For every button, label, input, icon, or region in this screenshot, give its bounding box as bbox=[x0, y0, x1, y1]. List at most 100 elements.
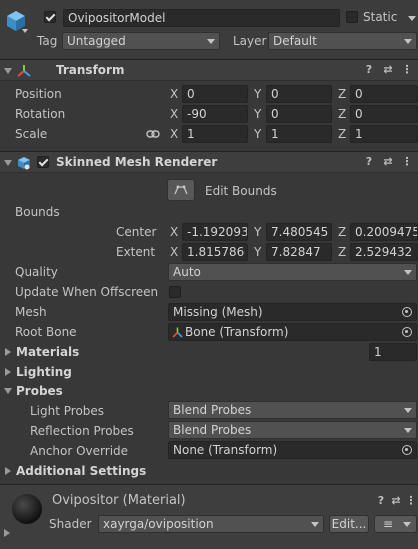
edit-bounds-button[interactable] bbox=[167, 179, 195, 201]
object-name-field[interactable]: OvipositorModel bbox=[63, 9, 340, 27]
root-bone-picker-icon[interactable] bbox=[402, 327, 412, 337]
rotation-z-axis[interactable]: Z bbox=[338, 105, 346, 123]
shader-edit-button[interactable]: Edit... bbox=[329, 515, 369, 533]
anchor-override-picker-icon[interactable] bbox=[402, 445, 412, 455]
transform-foldout[interactable] bbox=[4, 68, 12, 74]
more-options-icon[interactable]: ⋮ bbox=[404, 494, 418, 508]
lighting-foldout[interactable] bbox=[5, 368, 11, 376]
rotation-z-field[interactable]: 0 bbox=[350, 105, 418, 123]
rotation-x-axis[interactable]: X bbox=[170, 105, 178, 123]
renderer-foldout[interactable] bbox=[4, 160, 12, 166]
help-icon[interactable]: ? bbox=[362, 63, 376, 77]
extent-x-field[interactable]: 1.815786 bbox=[182, 243, 248, 261]
mesh-picker-icon[interactable] bbox=[402, 307, 412, 317]
probes-label[interactable]: Probes bbox=[16, 382, 63, 400]
scale-label: Scale bbox=[15, 127, 48, 141]
reflection-probes-value: Blend Probes bbox=[173, 423, 252, 437]
more-options-icon[interactable]: ⋮ bbox=[400, 155, 414, 169]
static-checkbox[interactable] bbox=[346, 11, 358, 23]
scale-x-field[interactable]: 1 bbox=[182, 125, 248, 143]
quality-value: Auto bbox=[173, 265, 201, 279]
material-foldout[interactable] bbox=[4, 529, 10, 537]
link-icon[interactable] bbox=[145, 126, 161, 142]
scale-x-axis[interactable]: X bbox=[170, 125, 178, 143]
layer-label: Layer bbox=[233, 34, 267, 48]
active-checkbox[interactable] bbox=[44, 11, 56, 23]
material-section: Ovipositor (Material) ? ⇄ ⋮ Shader xayrg… bbox=[0, 484, 418, 549]
center-y-axis[interactable]: Y bbox=[254, 223, 261, 241]
position-x-field[interactable]: 0 bbox=[182, 85, 248, 103]
menu-icon: ≡ bbox=[383, 517, 394, 531]
materials-foldout[interactable] bbox=[5, 348, 11, 356]
center-x-field[interactable]: -1.192093 bbox=[182, 223, 248, 241]
anchor-override-field[interactable]: None (Transform) bbox=[168, 441, 417, 459]
position-x-axis[interactable]: X bbox=[170, 85, 178, 103]
reflection-probes-dropdown[interactable]: Blend Probes bbox=[168, 421, 417, 439]
presets-icon[interactable]: ⇄ bbox=[381, 63, 395, 77]
shader-menu-button[interactable]: ≡ bbox=[374, 515, 417, 533]
materials-label[interactable]: Materials bbox=[16, 343, 79, 361]
extent-y-axis[interactable]: Y bbox=[254, 243, 261, 261]
mesh-field[interactable]: Missing (Mesh) bbox=[168, 303, 417, 321]
light-probes-dropdown[interactable]: Blend Probes bbox=[168, 401, 417, 419]
tag-value: Untagged bbox=[67, 34, 126, 48]
shader-label: Shader bbox=[49, 517, 92, 531]
rotation-y-field[interactable]: 0 bbox=[266, 105, 332, 123]
mesh-label: Mesh bbox=[15, 305, 47, 319]
extent-z-field[interactable]: 2.529432 bbox=[350, 243, 418, 261]
probes-foldout[interactable] bbox=[4, 388, 12, 394]
lighting-label[interactable]: Lighting bbox=[16, 363, 72, 381]
layer-dropdown[interactable]: Default bbox=[268, 32, 417, 50]
renderer-header[interactable]: Skinned Mesh Renderer ? ⇄ ⋮ bbox=[0, 151, 418, 173]
position-z-field[interactable]: 0 bbox=[350, 85, 418, 103]
help-icon[interactable]: ? bbox=[374, 494, 388, 508]
material-preview-sphere bbox=[12, 494, 42, 524]
center-z-field[interactable]: 0.2009475 bbox=[350, 223, 418, 241]
shader-dropdown[interactable]: xayrga/oviposition bbox=[98, 515, 324, 533]
center-z-axis[interactable]: Z bbox=[338, 223, 346, 241]
position-y-field[interactable]: 0 bbox=[266, 85, 332, 103]
root-bone-field[interactable]: Bone (Transform) bbox=[168, 323, 417, 341]
transform-title: Transform bbox=[56, 63, 125, 77]
root-bone-label: Root Bone bbox=[15, 325, 77, 339]
quality-dropdown[interactable]: Auto bbox=[168, 263, 417, 281]
extent-z-axis[interactable]: Z bbox=[338, 243, 346, 261]
position-z-axis[interactable]: Z bbox=[338, 85, 346, 103]
edit-bounds-label: Edit Bounds bbox=[205, 184, 277, 198]
mesh-value: Missing (Mesh) bbox=[173, 305, 263, 319]
scale-y-field[interactable]: 1 bbox=[266, 125, 332, 143]
extent-y-field[interactable]: 7.82847 bbox=[266, 243, 332, 261]
scale-z-axis[interactable]: Z bbox=[338, 125, 346, 143]
help-icon[interactable]: ? bbox=[362, 155, 376, 169]
rotation-y-axis[interactable]: Y bbox=[254, 105, 261, 123]
scale-z-field[interactable]: 1 bbox=[350, 125, 418, 143]
center-y-field[interactable]: 7.480545 bbox=[266, 223, 332, 241]
root-bone-value: Bone (Transform) bbox=[185, 325, 289, 339]
edit-bounds-icon bbox=[174, 185, 188, 195]
rotation-label: Rotation bbox=[15, 107, 66, 121]
scale-y-axis[interactable]: Y bbox=[254, 125, 261, 143]
icon-dropdown-arrow[interactable] bbox=[22, 29, 28, 33]
renderer-title: Skinned Mesh Renderer bbox=[56, 155, 218, 169]
additional-settings-label[interactable]: Additional Settings bbox=[16, 462, 146, 480]
presets-icon[interactable]: ⇄ bbox=[389, 494, 403, 508]
light-probes-label: Light Probes bbox=[30, 404, 105, 418]
extent-label: Extent bbox=[116, 245, 156, 259]
additional-settings-foldout[interactable] bbox=[5, 467, 11, 475]
anchor-override-value: None (Transform) bbox=[173, 443, 278, 457]
extent-x-axis[interactable]: X bbox=[170, 243, 178, 261]
material-title: Ovipositor (Material) bbox=[52, 493, 186, 508]
presets-icon[interactable]: ⇄ bbox=[381, 155, 395, 169]
rotation-x-field[interactable]: -90 bbox=[182, 105, 248, 123]
update-offscreen-checkbox[interactable] bbox=[169, 286, 181, 298]
more-options-icon[interactable]: ⋮ bbox=[400, 63, 414, 77]
tag-dropdown[interactable]: Untagged bbox=[62, 32, 220, 50]
tag-label: Tag bbox=[37, 34, 58, 48]
center-x-axis[interactable]: X bbox=[170, 223, 178, 241]
materials-count-field[interactable]: 1 bbox=[369, 343, 417, 361]
renderer-enabled-checkbox[interactable] bbox=[37, 156, 49, 168]
static-label: Static bbox=[363, 10, 398, 24]
position-y-axis[interactable]: Y bbox=[254, 85, 261, 103]
transform-header[interactable]: Transform ? ⇄ ⋮ bbox=[0, 59, 418, 81]
static-dropdown-arrow[interactable] bbox=[408, 16, 416, 21]
